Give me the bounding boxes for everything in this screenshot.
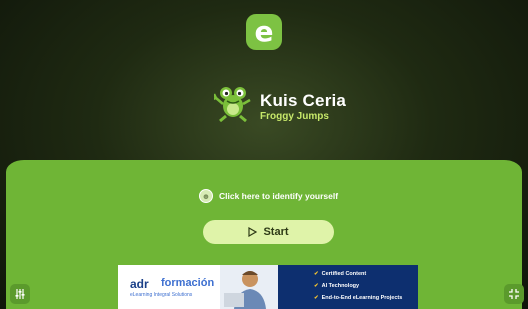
- check-icon: ✔: [314, 283, 319, 289]
- person-illustration: [220, 265, 278, 309]
- quiz-title: Kuis Ceria: [260, 91, 347, 110]
- fullscreen-icon: [509, 289, 519, 299]
- banner-feature: ✔ Certified Content: [314, 271, 367, 277]
- check-icon: ✔: [314, 271, 319, 277]
- start-button[interactable]: Start: [203, 220, 334, 244]
- start-label: Start: [263, 226, 289, 238]
- banner-brand-suffix: formación: [161, 277, 215, 289]
- user-icon: ☻: [199, 189, 213, 203]
- app-logo: e: [246, 14, 282, 50]
- identify-link[interactable]: ☻ Click here to identify yourself: [199, 189, 338, 203]
- sliders-icon: [15, 289, 25, 299]
- quiz-subtitle: Froggy Jumps: [260, 111, 329, 122]
- check-icon: ✔: [314, 295, 319, 301]
- banner-feature: ✔ AI Technology: [314, 283, 360, 289]
- ad-banner[interactable]: adr formación eLearning Integral Solutio…: [118, 265, 418, 309]
- frog-icon: [214, 87, 251, 122]
- play-icon: [248, 227, 258, 237]
- identify-label: Click here to identify yourself: [219, 191, 339, 201]
- banner-brand: adr: [130, 277, 149, 291]
- logo-letter: e: [254, 15, 274, 48]
- banner-feature: ✔ End-to-End eLearning Projects: [314, 295, 403, 301]
- settings-button[interactable]: [10, 284, 30, 304]
- fullscreen-button[interactable]: [504, 284, 524, 304]
- banner-tagline: eLearning Integral Solutions: [130, 292, 193, 298]
